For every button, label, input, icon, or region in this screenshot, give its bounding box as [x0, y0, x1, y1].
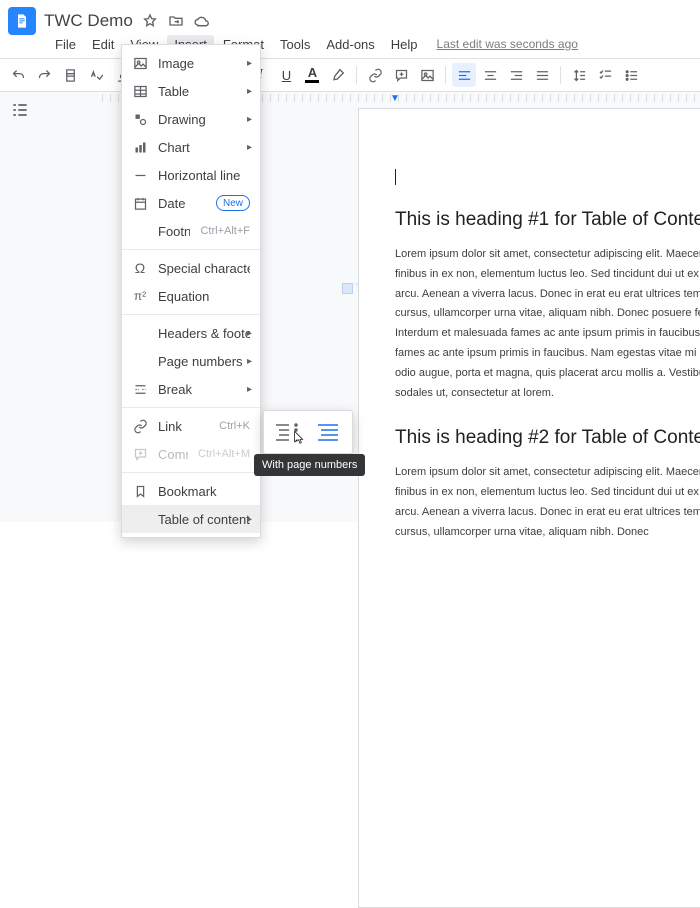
document-outline-icon[interactable] — [10, 100, 32, 122]
checklist-button[interactable] — [593, 63, 617, 87]
underline-button[interactable]: U — [274, 63, 298, 87]
insert-image-button[interactable] — [415, 63, 439, 87]
new-badge: New — [216, 195, 250, 211]
highlight-color-button[interactable] — [326, 63, 350, 87]
bulleted-list-button[interactable] — [619, 63, 643, 87]
toc-submenu — [263, 410, 353, 454]
menu-item-table-of-contents[interactable]: Table of contents▸ — [122, 505, 260, 533]
menu-item-equation[interactable]: π² Equation — [122, 282, 260, 310]
menu-item-break[interactable]: Break▸ — [122, 375, 260, 403]
menu-item-special-characters[interactable]: Ω Special characters — [122, 254, 260, 282]
menu-item-headers-footers[interactable]: Headers & footers▸ — [122, 319, 260, 347]
document-title[interactable]: TWC Demo — [44, 11, 133, 31]
menu-item-drawing[interactable]: Drawing▸ — [122, 105, 260, 133]
undo-button[interactable] — [6, 63, 30, 87]
menu-item-link[interactable]: Link Ctrl+K — [122, 412, 260, 440]
text-cursor — [395, 169, 700, 185]
menu-item-chart[interactable]: Chart▸ — [122, 133, 260, 161]
break-icon — [132, 381, 148, 397]
menu-item-bookmark[interactable]: Bookmark — [122, 477, 260, 505]
link-icon — [132, 418, 148, 434]
heading-1b[interactable]: This is heading #2 for Table of Contents — [395, 427, 700, 449]
insert-menu-dropdown: Image▸ Table▸ Drawing▸ Chart▸ Horizontal… — [121, 44, 261, 538]
menu-edit[interactable]: Edit — [85, 35, 121, 54]
add-comment-button[interactable] — [389, 63, 413, 87]
text-color-button[interactable]: A — [300, 63, 324, 87]
line-spacing-button[interactable] — [567, 63, 591, 87]
chart-icon — [132, 139, 148, 155]
menu-item-date[interactable]: Date New — [122, 189, 260, 217]
date-icon — [132, 195, 148, 211]
align-left-button[interactable] — [452, 63, 476, 87]
toc-with-blue-links[interactable] — [312, 417, 346, 447]
ruler-indent-marker[interactable]: ▼ — [390, 93, 400, 104]
drawing-icon — [132, 111, 148, 127]
align-center-button[interactable] — [478, 63, 502, 87]
mouse-cursor-icon — [290, 430, 306, 451]
spellcheck-button[interactable] — [84, 63, 108, 87]
comment-icon — [132, 446, 148, 462]
menu-item-table[interactable]: Table▸ — [122, 77, 260, 105]
menu-item-footnote[interactable]: Footnote Ctrl+Alt+F — [122, 217, 260, 245]
star-icon[interactable] — [141, 12, 159, 30]
paragraph-2[interactable]: Lorem ipsum dolor sit amet, consectetur … — [395, 463, 700, 542]
cloud-status-icon[interactable] — [193, 12, 211, 30]
pi-icon: π² — [132, 288, 148, 304]
menu-item-comment[interactable]: Comment Ctrl+Alt+M — [122, 440, 260, 468]
redo-button[interactable] — [32, 63, 56, 87]
insert-link-button[interactable] — [363, 63, 387, 87]
menu-item-image[interactable]: Image▸ — [122, 49, 260, 77]
image-icon — [132, 55, 148, 71]
last-edit-link[interactable]: Last edit was seconds ago — [437, 37, 578, 51]
menu-tools[interactable]: Tools — [273, 35, 317, 54]
paragraph-1[interactable]: Lorem ipsum dolor sit amet, consectetur … — [395, 245, 700, 403]
menu-item-page-numbers[interactable]: Page numbers▸ — [122, 347, 260, 375]
tooltip: With page numbers — [254, 454, 365, 476]
omega-icon: Ω — [132, 260, 148, 276]
align-justify-button[interactable] — [530, 63, 554, 87]
horizontal-line-icon — [132, 167, 148, 183]
table-icon — [132, 83, 148, 99]
document-page[interactable]: This is heading #1 for Table of Contents… — [358, 108, 700, 908]
bookmark-icon — [132, 483, 148, 499]
menubar: File Edit View Insert Format Tools Add-o… — [0, 36, 700, 58]
menu-file[interactable]: File — [48, 35, 83, 54]
menu-item-horizontal-line[interactable]: Horizontal line — [122, 161, 260, 189]
menu-help[interactable]: Help — [384, 35, 425, 54]
align-right-button[interactable] — [504, 63, 528, 87]
docs-logo-icon[interactable] — [8, 7, 36, 35]
menu-addons[interactable]: Add-ons — [319, 35, 381, 54]
heading-1a[interactable]: This is heading #1 for Table of Contents — [395, 209, 700, 231]
move-folder-icon[interactable] — [167, 12, 185, 30]
print-button[interactable] — [58, 63, 82, 87]
toolbar: − 11 + B I U A — [0, 58, 700, 92]
